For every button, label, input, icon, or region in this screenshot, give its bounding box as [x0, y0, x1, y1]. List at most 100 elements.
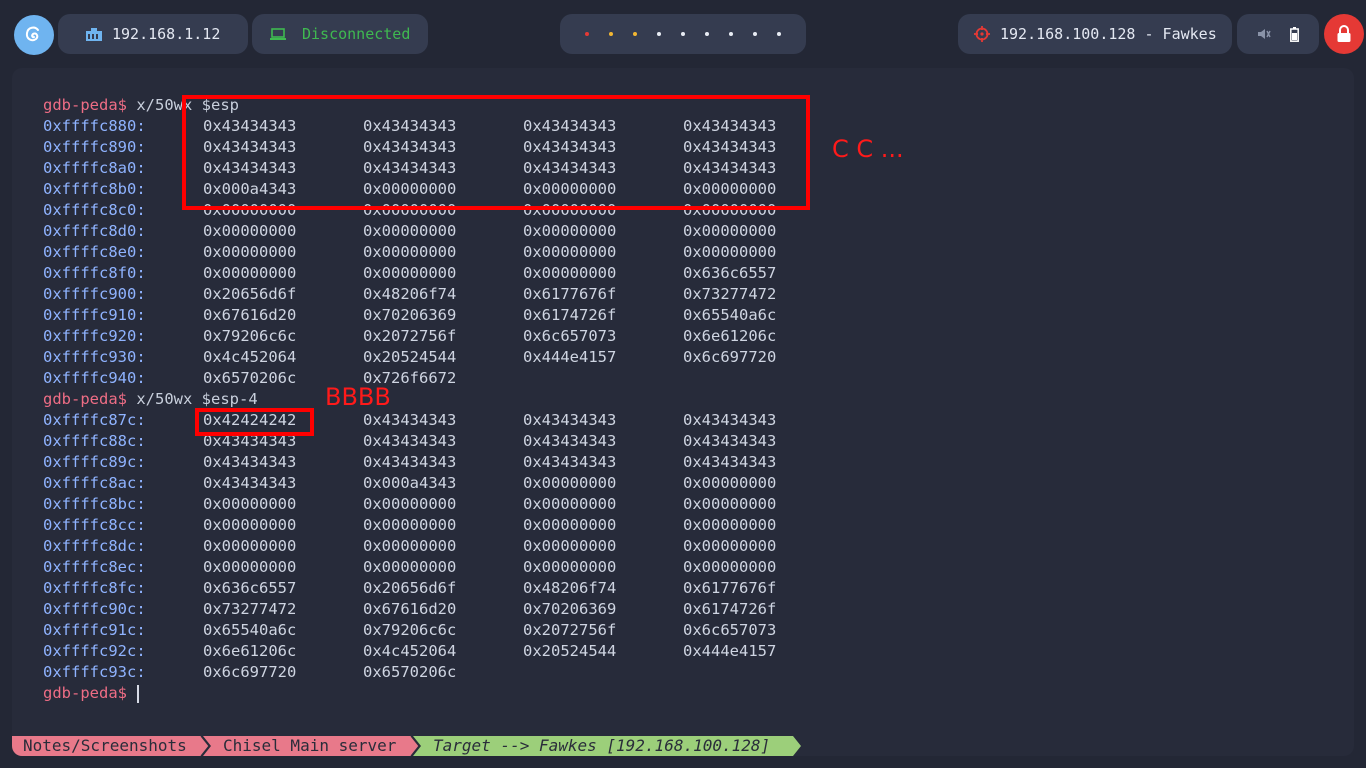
local-ip-widget[interactable]: 192.168.1.12 — [58, 14, 248, 54]
memory-word: 0x00000000 — [683, 243, 777, 261]
memory-word: 0x00000000 — [203, 243, 297, 261]
memory-word: 0x6c657073 — [523, 327, 617, 345]
memory-word: 0x00000000 — [683, 495, 777, 513]
memory-word: 0x00000000 — [363, 222, 457, 240]
status-segment-notes[interactable]: Notes/Screenshots — [23, 736, 187, 756]
memory-row: 0xffffc89c: 0x43434343 0x43434343 0x4343434… — [43, 452, 776, 473]
memory-row: 0xffffc8d0: 0x00000000 0x00000000 0x0000000… — [43, 221, 776, 242]
memory-address: 0xffffc880: — [43, 117, 146, 135]
memory-row: 0xffffc90c: 0x73277472 0x67616d20 0x7020636… — [43, 599, 776, 620]
command-line[interactable]: gdb-peda$ — [43, 683, 258, 704]
gdb-prompt: gdb-peda$ — [43, 684, 127, 702]
memory-address: 0xffffc8d0: — [43, 222, 146, 240]
top-panel: 192.168.1.12 Disconnected 192.168.100.12… — [0, 0, 1366, 68]
memory-word: 0x636c6557 — [203, 579, 297, 597]
text-cursor — [137, 684, 139, 703]
local-ip-text: 192.168.1.12 — [112, 25, 221, 43]
memory-word: 0x6174726f — [523, 306, 617, 324]
status-segment-target[interactable]: Target --> Fawkes [192.168.100.128] — [433, 736, 770, 756]
workspace-indicator[interactable] — [560, 14, 806, 54]
battery-icon[interactable] — [1290, 26, 1300, 42]
highlight-box-b-word — [195, 408, 314, 436]
annotation-b-label: BBBB — [325, 383, 391, 411]
memory-row: 0xffffc940: 0x6570206c 0x726f6672 — [43, 368, 456, 389]
memory-address: 0xffffc930: — [43, 348, 146, 366]
workspace-dot[interactable] — [633, 32, 637, 36]
memory-row: 0xffffc8ac: 0x43434343 0x000a4343 0x0000000… — [43, 473, 776, 494]
memory-word: 0x00000000 — [363, 243, 457, 261]
memory-word: 0x00000000 — [363, 516, 457, 534]
memory-address: 0xffffc88c: — [43, 432, 146, 450]
debian-logo-icon[interactable] — [14, 15, 54, 55]
memory-address: 0xffffc90c: — [43, 600, 146, 618]
memory-word: 0x6177676f — [683, 579, 777, 597]
memory-address: 0xffffc8dc: — [43, 537, 146, 555]
memory-word: 0x65540a6c — [683, 306, 777, 324]
memory-word: 0x00000000 — [203, 495, 297, 513]
memory-word: 0x2072756f — [523, 621, 617, 639]
terminal-window[interactable]: gdb-peda$ x/50wx $esp 0xffffc880: 0x43434… — [12, 68, 1354, 756]
command-line: gdb-peda$ x/50wx $esp-4 — [43, 389, 258, 410]
vpn-widget[interactable]: Disconnected — [252, 14, 428, 54]
memory-word: 0x65540a6c — [203, 621, 297, 639]
memory-word: 0x00000000 — [523, 222, 617, 240]
memory-address: 0xffffc91c: — [43, 621, 146, 639]
memory-row: 0xffffc92c: 0x6e61206c 0x4c452064 0x2052454… — [43, 641, 776, 662]
memory-address: 0xffffc8e0: — [43, 243, 146, 261]
memory-address: 0xffffc920: — [43, 327, 146, 345]
memory-word: 0x6177676f — [523, 285, 617, 303]
memory-row: 0xffffc8fc: 0x636c6557 0x20656d6f 0x48206f7… — [43, 578, 776, 599]
workspace-dot[interactable] — [681, 32, 685, 36]
memory-row: 0xffffc8dc: 0x00000000 0x00000000 0x0000000… — [43, 536, 776, 557]
workspace-dot[interactable] — [657, 32, 661, 36]
memory-word: 0x43434343 — [203, 453, 297, 471]
memory-word: 0x00000000 — [203, 558, 297, 576]
memory-address: 0xffffc8cc: — [43, 516, 146, 534]
target-widget[interactable]: 192.168.100.128 - Fawkes — [958, 14, 1232, 54]
memory-word: 0x43434343 — [683, 411, 777, 429]
memory-row: 0xffffc93c: 0x6c697720 0x6570206c — [43, 662, 456, 683]
memory-row: 0xffffc930: 0x4c452064 0x20524544 0x444e415… — [43, 347, 776, 368]
workspace-dot[interactable] — [777, 32, 781, 36]
memory-word: 0x43434343 — [523, 411, 617, 429]
memory-word: 0x636c6557 — [683, 264, 777, 282]
vpn-status-text: Disconnected — [302, 25, 411, 43]
lock-icon[interactable] — [1324, 14, 1364, 54]
laptop-icon — [270, 27, 286, 40]
memory-word: 0x00000000 — [363, 537, 457, 555]
memory-address: 0xffffc910: — [43, 306, 146, 324]
workspace-dot[interactable] — [753, 32, 757, 36]
memory-word: 0x6174726f — [683, 600, 777, 618]
gdb-prompt: gdb-peda$ — [43, 96, 127, 114]
memory-word: 0x4c452064 — [363, 642, 457, 660]
network-icon — [86, 28, 102, 41]
memory-row: 0xffffc91c: 0x65540a6c 0x79206c6c 0x2072756… — [43, 620, 776, 641]
memory-word: 0x00000000 — [683, 558, 777, 576]
memory-word: 0x70206369 — [523, 600, 617, 618]
memory-word: 0x00000000 — [363, 495, 457, 513]
workspace-dot[interactable] — [585, 32, 589, 36]
memory-word: 0x73277472 — [683, 285, 777, 303]
memory-address: 0xffffc8bc: — [43, 495, 146, 513]
memory-word: 0x00000000 — [523, 474, 617, 492]
memory-row: 0xffffc8ec: 0x00000000 0x00000000 0x0000000… — [43, 557, 776, 578]
memory-word: 0x00000000 — [523, 537, 617, 555]
memory-word: 0x48206f74 — [523, 579, 617, 597]
memory-word: 0x67616d20 — [363, 600, 457, 618]
memory-row: 0xffffc920: 0x79206c6c 0x2072756f 0x6c65707… — [43, 326, 776, 347]
command-text: x/50wx $esp-4 — [127, 390, 258, 408]
memory-address: 0xffffc8fc: — [43, 579, 146, 597]
memory-word: 0x00000000 — [683, 516, 777, 534]
target-icon — [974, 26, 990, 42]
memory-row: 0xffffc8e0: 0x00000000 0x00000000 0x0000000… — [43, 242, 776, 263]
workspace-dot[interactable] — [705, 32, 709, 36]
memory-word: 0x444e4157 — [523, 348, 617, 366]
status-segment-chisel[interactable]: Chisel Main server — [223, 736, 396, 756]
memory-word: 0x00000000 — [363, 264, 457, 282]
memory-word: 0x00000000 — [203, 516, 297, 534]
memory-word: 0x43434343 — [363, 432, 457, 450]
system-tray[interactable] — [1237, 14, 1319, 54]
workspace-dot[interactable] — [729, 32, 733, 36]
mute-icon[interactable] — [1257, 27, 1271, 41]
workspace-dot[interactable] — [609, 32, 613, 36]
